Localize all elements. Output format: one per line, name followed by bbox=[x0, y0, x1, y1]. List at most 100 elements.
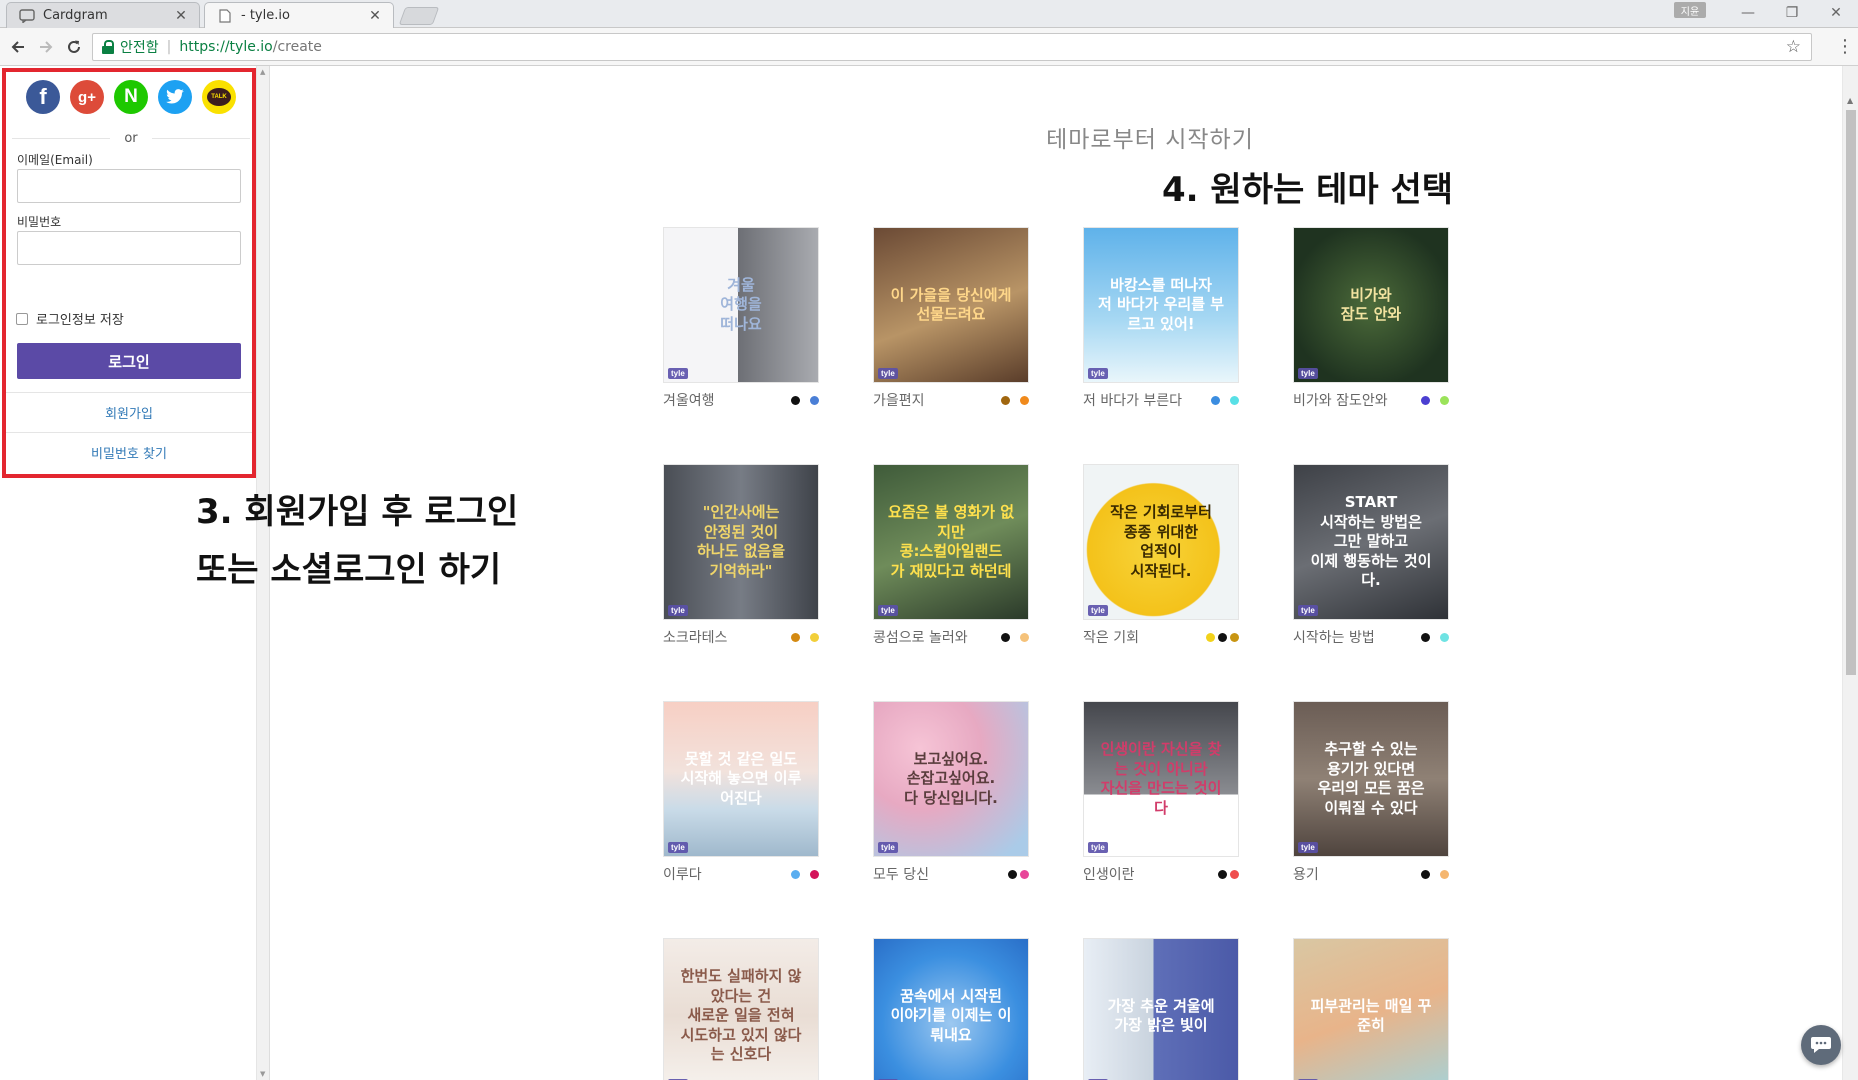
theme-card[interactable]: 비가와 잠도 안와 tyle 비가와 잠도안와 bbox=[1293, 227, 1449, 409]
theme-card[interactable]: 꿈속에서 시작된 이야기를 이제는 이뤄내요tyle bbox=[873, 938, 1029, 1080]
theme-card[interactable]: 바캉스를 떠나자 저 바다가 우리를 부르고 있어! tyle 저 바다가 부른다 bbox=[1083, 227, 1239, 409]
theme-thumbnail[interactable]: 요즘은 볼 영화가 없지만 콩:스컬아일랜드 가 재밌다고 하던데 tyle bbox=[873, 464, 1029, 620]
theme-thumbnail[interactable]: 인생이란 자신을 찾는 것이 아니라 자신을 만드는 것이다 tyle bbox=[1083, 701, 1239, 857]
tyle-logo-mark: tyle bbox=[878, 368, 898, 379]
theme-thumbnail[interactable]: 작은 기회로부터 종종 위대한 업적이 시작된다. tyle bbox=[1083, 464, 1239, 620]
scroll-down-icon[interactable]: ▼ bbox=[260, 1070, 265, 1078]
remember-label: 로그인정보 저장 bbox=[36, 313, 124, 328]
theme-color-dots bbox=[791, 395, 819, 405]
theme-thumbnail[interactable]: 피부관리는 매일 꾸준히tyle bbox=[1293, 938, 1449, 1080]
scroll-up-icon[interactable]: ▲ bbox=[260, 68, 265, 76]
tab-title: Cardgram bbox=[43, 8, 108, 23]
theme-thumbnail[interactable]: 겨울 여행을 떠나요 tyle bbox=[663, 227, 819, 383]
remember-login-row[interactable]: 로그인정보 저장 bbox=[16, 309, 124, 328]
page-viewport: f g+ N TALK or 이메일(Email) 비밀번호 로그인정보 저장 … bbox=[0, 66, 1858, 1080]
theme-card[interactable]: 추구할 수 있는 용기가 있다면 우리의 모든 꿈은 이뤄질 수 있다 tyle 용… bbox=[1293, 701, 1449, 883]
google-plus-login-icon[interactable]: g+ bbox=[70, 80, 104, 114]
twitter-login-icon[interactable] bbox=[158, 80, 192, 114]
theme-main: 테마로부터 시작하기 4. 원하는 테마 선택 겨울 여행을 떠나요 tyle 겨울… bbox=[270, 66, 1842, 1080]
theme-card[interactable]: 인생이란 자신을 찾는 것이 아니라 자신을 만드는 것이다 tyle 인생이란 bbox=[1083, 701, 1239, 883]
theme-thumbnail[interactable]: START 시작하는 방법은 그만 말하고 이제 행동하는 것이다. tyle bbox=[1293, 464, 1449, 620]
color-dot bbox=[1206, 869, 1215, 879]
tab-close-icon[interactable]: ✕ bbox=[367, 8, 383, 24]
theme-thumbnail-text: 작은 기회로부터 종종 위대한 업적이 시작된다. bbox=[1110, 503, 1212, 580]
theme-label: 겨울여행 bbox=[663, 393, 715, 409]
color-dot bbox=[1020, 869, 1029, 879]
theme-thumbnail[interactable]: 비가와 잠도 안와 tyle bbox=[1293, 227, 1449, 383]
theme-thumbnail-text: 보고싶어요. 손잡고싶어요. 다 당신입니다. bbox=[904, 749, 998, 807]
password-label: 비밀번호 bbox=[17, 215, 62, 229]
theme-thumbnail[interactable]: "인간사에는 안정된 것이 하나도 없음을 기억하라" tyle bbox=[663, 464, 819, 620]
theme-thumbnail[interactable]: 가장 추운 겨울에 가장 밝은 빛이tyle bbox=[1083, 938, 1239, 1080]
page-scrollbar[interactable]: ▲ bbox=[1842, 66, 1858, 1080]
theme-thumbnail-text: 비가와 잠도 안와 bbox=[1340, 285, 1402, 324]
tab-title: - tyle.io bbox=[241, 8, 290, 23]
theme-card[interactable]: 보고싶어요. 손잡고싶어요. 다 당신입니다. tyle 모두 당신 bbox=[873, 701, 1029, 883]
color-dot bbox=[1211, 395, 1220, 405]
page-favicon-icon bbox=[217, 8, 233, 23]
menu-icon[interactable]: ⋮ bbox=[1836, 36, 1854, 57]
reload-icon[interactable] bbox=[62, 35, 86, 59]
address-bar[interactable]: 안전함 | https://tyle.io/create ☆ bbox=[92, 33, 1812, 61]
kakaotalk-login-icon[interactable]: TALK bbox=[202, 80, 236, 114]
color-dot bbox=[810, 395, 819, 405]
scroll-up-icon[interactable]: ▲ bbox=[1847, 96, 1853, 105]
signup-link[interactable]: 회원가입 bbox=[6, 392, 252, 432]
theme-card[interactable]: 못할 것 같은 일도 시작해 놓으면 이루어진다 tyle 이루다 bbox=[663, 701, 819, 883]
theme-thumbnail[interactable]: 보고싶어요. 손잡고싶어요. 다 당신입니다. tyle bbox=[873, 701, 1029, 857]
theme-card[interactable]: 한번도 실패하지 않았다는 건 새로운 일을 전혀 시도하고 있지 않다는 신호… bbox=[663, 938, 819, 1080]
login-button[interactable]: 로그인 bbox=[17, 343, 241, 379]
theme-color-dots bbox=[1001, 395, 1029, 405]
star-icon[interactable]: ☆ bbox=[1786, 37, 1801, 57]
minimize-icon[interactable]: — bbox=[1726, 0, 1770, 26]
theme-thumbnail[interactable]: 이 가을을 당신에게 선물드려요 tyle bbox=[873, 227, 1029, 383]
url-path: /create bbox=[272, 39, 322, 55]
theme-card[interactable]: START 시작하는 방법은 그만 말하고 이제 행동하는 것이다. tyle 시작… bbox=[1293, 464, 1449, 646]
theme-card[interactable]: 가장 추운 겨울에 가장 밝은 빛이tyle bbox=[1083, 938, 1239, 1080]
back-icon[interactable] bbox=[6, 35, 30, 59]
forward-icon[interactable] bbox=[34, 35, 58, 59]
tyle-logo-mark: tyle bbox=[878, 842, 898, 853]
theme-thumbnail[interactable]: 바캉스를 떠나자 저 바다가 우리를 부르고 있어! tyle bbox=[1083, 227, 1239, 383]
color-dot bbox=[1206, 632, 1215, 642]
theme-card[interactable]: 이 가을을 당신에게 선물드려요 tyle 가을편지 bbox=[873, 227, 1029, 409]
color-dot bbox=[1421, 395, 1430, 405]
theme-card[interactable]: 작은 기회로부터 종종 위대한 업적이 시작된다. tyle 작은 기회 bbox=[1083, 464, 1239, 646]
theme-card[interactable]: 겨울 여행을 떠나요 tyle 겨울여행 bbox=[663, 227, 819, 409]
tyle-logo-mark: tyle bbox=[878, 605, 898, 616]
theme-thumbnail[interactable]: 추구할 수 있는 용기가 있다면 우리의 모든 꿈은 이뤄질 수 있다 tyle bbox=[1293, 701, 1449, 857]
annotation-step4: 4. 원하는 테마 선택 bbox=[1162, 170, 1454, 210]
password-field[interactable] bbox=[17, 231, 241, 265]
naver-login-icon[interactable]: N bbox=[114, 80, 148, 114]
theme-color-dots bbox=[1206, 632, 1239, 642]
theme-label: 시작하는 방법 bbox=[1293, 630, 1375, 646]
theme-card[interactable]: "인간사에는 안정된 것이 하나도 없음을 기억하라" tyle 소크라테스 bbox=[663, 464, 819, 646]
color-dot bbox=[1421, 632, 1430, 642]
tab-close-icon[interactable]: ✕ bbox=[173, 8, 189, 24]
close-window-icon[interactable]: ✕ bbox=[1814, 0, 1858, 26]
chat-button[interactable] bbox=[1801, 1025, 1841, 1065]
theme-thumbnail[interactable]: 한번도 실패하지 않았다는 건 새로운 일을 전혀 시도하고 있지 않다는 신호… bbox=[663, 938, 819, 1080]
theme-card[interactable]: 요즘은 볼 영화가 없지만 콩:스컬아일랜드 가 재밌다고 하던데 tyle 콩섬으… bbox=[873, 464, 1029, 646]
tyle-logo-mark: tyle bbox=[1298, 605, 1318, 616]
new-tab-button[interactable] bbox=[398, 7, 440, 25]
tab-cardgram[interactable]: Cardgram ✕ bbox=[6, 2, 200, 28]
find-password-link[interactable]: 비밀번호 찾기 bbox=[6, 432, 252, 472]
theme-label: 콩섬으로 놀러와 bbox=[873, 630, 968, 646]
facebook-login-icon[interactable]: f bbox=[26, 80, 60, 114]
remember-checkbox[interactable] bbox=[16, 312, 28, 325]
tab-tyle[interactable]: - tyle.io ✕ bbox=[204, 2, 394, 28]
tyle-logo-mark: tyle bbox=[1088, 605, 1108, 616]
color-dot bbox=[810, 869, 819, 879]
theme-color-dots bbox=[1421, 632, 1449, 642]
scrollbar-thumb[interactable] bbox=[1846, 110, 1856, 675]
theme-card[interactable]: 피부관리는 매일 꾸준히tyle bbox=[1293, 938, 1449, 1080]
maximize-icon[interactable]: ❐ bbox=[1770, 0, 1814, 26]
theme-thumbnail-text: 피부관리는 매일 꾸준히 bbox=[1310, 996, 1432, 1035]
theme-thumbnail[interactable]: 꿈속에서 시작된 이야기를 이제는 이뤄내요tyle bbox=[873, 938, 1029, 1080]
chat-icon bbox=[1811, 1037, 1831, 1053]
theme-thumbnail[interactable]: 못할 것 같은 일도 시작해 놓으면 이루어진다 tyle bbox=[663, 701, 819, 857]
profile-badge[interactable]: 지윤 bbox=[1674, 2, 1706, 18]
email-field[interactable] bbox=[17, 169, 241, 203]
theme-thumbnail-text: 가장 추운 겨울에 가장 밝은 빛이 bbox=[1107, 996, 1215, 1035]
